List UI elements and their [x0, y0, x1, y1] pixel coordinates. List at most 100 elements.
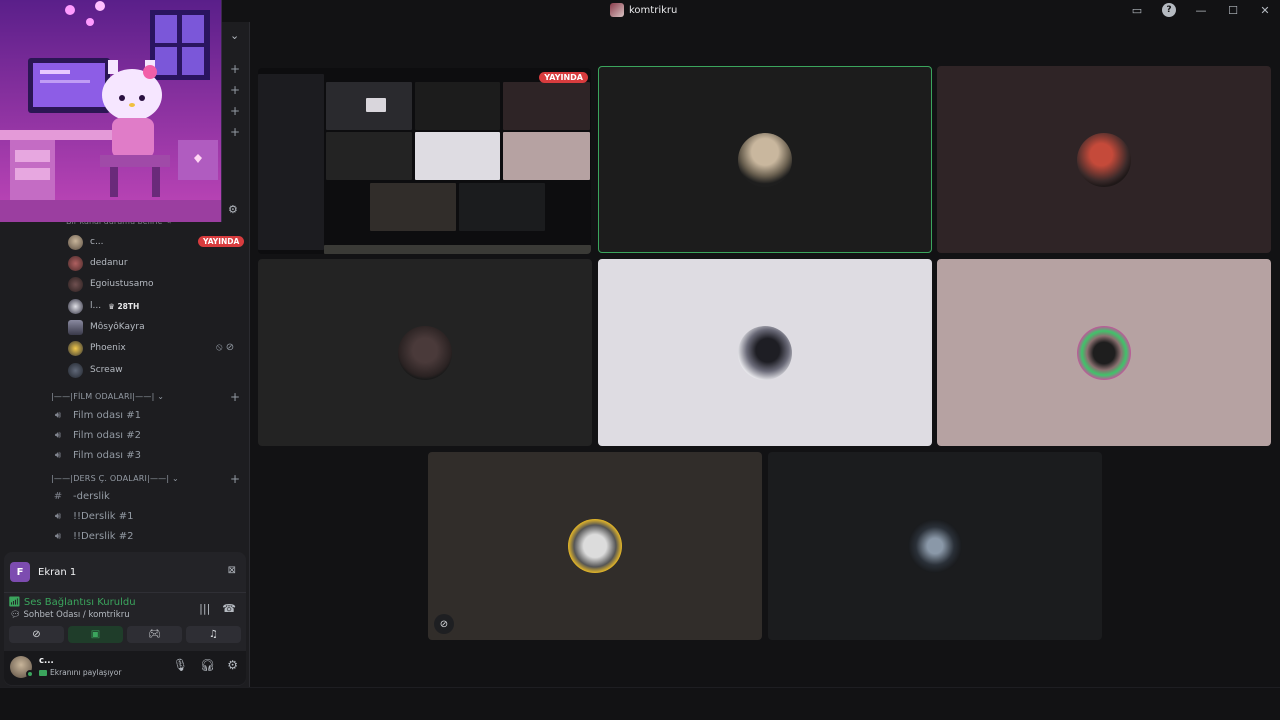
noise-suppression-icon[interactable]: ||| [199, 602, 210, 615]
server-icon [610, 3, 624, 17]
stream-preview-tile [415, 82, 500, 130]
pixel-art-image [0, 0, 222, 222]
speaker-icon: 🔊︎ [54, 429, 62, 441]
divider [4, 592, 246, 593]
participant-tile[interactable]: ⊘ [428, 452, 762, 640]
boost-badge: ♛ 28TH [108, 301, 140, 311]
voice-channel[interactable]: 🔊︎ Film odası #3 [51, 446, 141, 464]
stream-preview-sidebar [258, 74, 324, 250]
participant-tile[interactable] [937, 66, 1271, 253]
stream-preview-tile [326, 132, 412, 180]
microphone-icon[interactable]: 🎙︎ [173, 658, 188, 672]
window-title: komtrikru [610, 3, 677, 17]
voice-member[interactable]: dedanur [68, 254, 128, 272]
participant-tile[interactable] [937, 259, 1271, 446]
channel-label: Film odası #1 [73, 409, 142, 421]
stream-preview-tile [503, 82, 590, 130]
participant-tile[interactable] [258, 259, 592, 446]
voice-channel[interactable]: 🔊︎ !!Derslik #2 [51, 527, 134, 545]
user-panel: c... Ekranını paylaşıyor 🎙︎ 🎧︎ ⚙ [4, 651, 246, 685]
inbox-icon[interactable]: ▭ [1130, 4, 1144, 17]
voice-member[interactable]: c... [68, 233, 104, 251]
help-icon[interactable]: ? [1162, 3, 1176, 17]
user-status: Ekranını paylaşıyor [39, 668, 121, 677]
speaker-icon: 🔊︎ [54, 530, 62, 542]
channel-label: !!Derslik #1 [73, 510, 134, 522]
mic-muted-icon: ⦸ [216, 342, 223, 353]
close-button[interactable]: ✕ [1258, 4, 1272, 17]
voice-channel[interactable]: 🔊︎ Film odası #2 [51, 426, 141, 444]
gamepad-icon: 🎮︎ [148, 629, 161, 640]
chevron-down-icon[interactable]: ⌄ [230, 29, 239, 42]
stream-preview-taskbar [324, 245, 591, 254]
screen-share-row[interactable]: F Ekran 1 [10, 562, 76, 582]
stream-tile[interactable]: YAYINDA [258, 68, 591, 254]
stop-stream-icon[interactable]: ⊠ [228, 565, 236, 576]
add-channel-icon[interactable]: + [230, 83, 240, 97]
category-film[interactable]: |——|FİLM ODALARI|——| ⌄ [51, 392, 164, 401]
camera-off-icon: ⊘ [434, 614, 454, 634]
voice-channel[interactable]: 🔊︎ Film odası #1 [51, 406, 141, 424]
chat-icon: 💬︎ [10, 610, 21, 620]
voice-member[interactable]: MôsyôKayra [68, 318, 145, 336]
add-channel-icon[interactable]: + [230, 125, 240, 139]
disconnect-icon[interactable]: ☎ [222, 602, 236, 615]
live-badge: YAYINDA [539, 72, 588, 83]
gear-icon[interactable]: ⚙ [227, 658, 238, 672]
member-name: dedanur [90, 258, 128, 268]
speaker-icon: 🔊︎ [54, 449, 62, 461]
soundboard-button[interactable]: ♫ [186, 626, 241, 643]
muted-deafened-icons: ⦸ ⊘ [216, 342, 234, 353]
avatar [68, 255, 83, 271]
screen-label: Ekran 1 [38, 566, 77, 578]
soundboard-icon: ♫ [209, 629, 218, 640]
avatar [68, 362, 83, 378]
gear-icon[interactable]: ⚙ [228, 203, 238, 216]
channel-label: -derslik [73, 490, 110, 502]
signal-icon: 📶︎ [8, 597, 21, 608]
minimize-button[interactable]: — [1194, 4, 1208, 17]
voice-member[interactable]: Egoiustusamo [68, 275, 154, 293]
avatar [1077, 132, 1131, 187]
voice-member[interactable]: l... ♛ 28TH [68, 297, 139, 315]
add-channel-icon[interactable]: + [230, 104, 240, 118]
avatar [398, 325, 452, 380]
add-channel-icon[interactable]: + [230, 472, 240, 486]
add-channel-icon[interactable]: + [230, 390, 240, 404]
channel-label: Film odası #2 [73, 429, 142, 441]
stream-preview-tile [459, 183, 545, 231]
avatar [68, 319, 83, 335]
participant-tile[interactable] [768, 452, 1102, 640]
category-ders[interactable]: |——|DERS Ç. ODALARI|——| ⌄ [51, 474, 179, 483]
avatar [68, 298, 83, 314]
bottom-bar [0, 687, 1280, 720]
user-name[interactable]: c... [39, 656, 54, 666]
live-badge: YAYINDA [198, 236, 245, 247]
voice-member[interactable]: Screaw [68, 361, 123, 379]
voice-member[interactable]: Phoenix [68, 339, 126, 357]
hashtag-icon: # [53, 490, 63, 502]
camera-off-button[interactable]: ⊘ [9, 626, 64, 643]
voice-action-buttons: ⊘ ▣ 🎮︎ ♫ [9, 626, 241, 643]
voice-channel[interactable]: 🔊︎ !!Derslik #1 [51, 507, 134, 525]
headphones-muted-icon: ⊘ [225, 342, 235, 353]
stream-preview-tile [366, 98, 386, 112]
stream-preview-tile [503, 132, 590, 180]
add-channel-icon[interactable]: + [230, 62, 240, 76]
headphones-icon[interactable]: 🎧︎ [200, 658, 215, 672]
speaker-icon: 🔊︎ [54, 409, 62, 421]
screen-share-button[interactable]: ▣ [68, 626, 123, 643]
avatar [738, 325, 792, 380]
avatar [908, 519, 962, 573]
member-name: c... [90, 237, 104, 247]
text-channel[interactable]: # -derslik [51, 487, 110, 505]
member-name: Egoiustusamo [90, 279, 154, 289]
connection-channel[interactable]: 💬︎ Sohbet Odası / komtrikru [10, 610, 130, 620]
connection-controls: ||| ☎ [199, 602, 236, 615]
maximize-button[interactable]: ☐ [1226, 4, 1240, 17]
activities-button[interactable]: 🎮︎ [127, 626, 182, 643]
participant-tile[interactable] [598, 66, 932, 253]
member-name: Phoenix [90, 343, 126, 353]
connection-status[interactable]: 📶︎ Ses Bağlantısı Kuruldu [8, 597, 136, 608]
participant-tile[interactable] [598, 259, 932, 446]
